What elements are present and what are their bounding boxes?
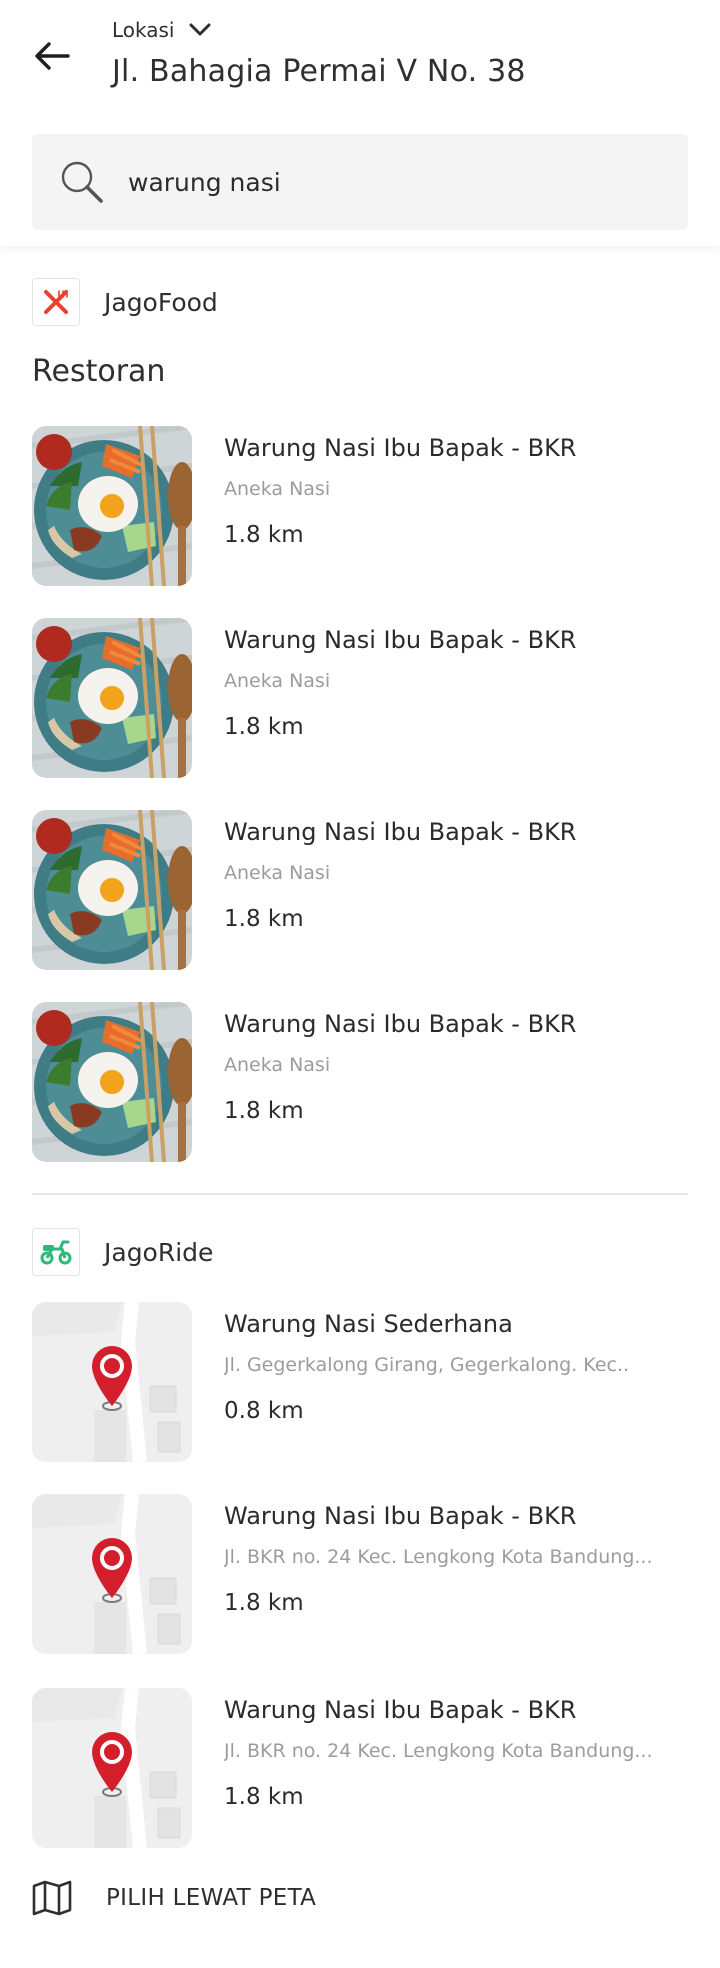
back-button[interactable] (30, 36, 74, 76)
restaurant-distance: 1.8 km (224, 714, 304, 740)
jagoride-brand-name: JagoRide (104, 1237, 214, 1267)
place-distance: 0.8 km (224, 1398, 304, 1424)
restaurant-category: Aneka Nasi (224, 670, 331, 692)
section-divider (32, 1193, 688, 1195)
restaurant-section-title: Restoran (32, 354, 166, 389)
restaurant-category: Aneka Nasi (224, 862, 331, 884)
place-list-item[interactable]: Warung Nasi Ibu Bapak - BKR Jl. BKR no. … (32, 1494, 688, 1654)
restaurant-name: Warung Nasi Ibu Bapak - BKR (224, 1010, 577, 1038)
place-name: Warung Nasi Ibu Bapak - BKR (224, 1696, 577, 1724)
place-name: Warung Nasi Sederhana (224, 1310, 513, 1338)
restaurant-name: Warung Nasi Ibu Bapak - BKR (224, 818, 577, 846)
place-address: Jl. Gegerkalong Girang, Gegerkalong. Kec… (224, 1354, 630, 1376)
place-distance: 1.8 km (224, 1784, 304, 1810)
restaurant-distance: 1.8 km (224, 906, 304, 932)
jagofood-section-header: JagoFood (32, 278, 218, 326)
search-icon (61, 161, 103, 203)
jagoride-section-header: JagoRide (32, 1228, 213, 1276)
food-thumbnail (32, 426, 192, 586)
food-thumbnail (32, 1002, 192, 1162)
map-thumbnail (32, 1494, 192, 1654)
chevron-down-icon (189, 23, 210, 36)
place-name: Warung Nasi Ibu Bapak - BKR (224, 1502, 577, 1530)
place-address: Jl. BKR no. 24 Kec. Lengkong Kota Bandun… (224, 1546, 653, 1568)
restaurant-name: Warung Nasi Ibu Bapak - BKR (224, 626, 577, 654)
restaurant-list-item[interactable]: Warung Nasi Ibu Bapak - BKR Aneka Nasi 1… (32, 618, 688, 778)
search-box[interactable] (32, 134, 688, 230)
restaurant-list-item[interactable]: Warung Nasi Ibu Bapak - BKR Aneka Nasi 1… (32, 1002, 688, 1162)
pick-via-map-label: PILIH LEWAT PETA (106, 1885, 317, 1911)
restaurant-distance: 1.8 km (224, 1098, 304, 1124)
restaurant-name: Warung Nasi Ibu Bapak - BKR (224, 434, 577, 462)
food-thumbnail (32, 810, 192, 970)
location-address[interactable]: Jl. Bahagia Permai V No. 38 (112, 54, 526, 89)
place-list-item[interactable]: Warung Nasi Ibu Bapak - BKR Jl. BKR no. … (32, 1688, 688, 1848)
food-thumbnail (32, 618, 192, 778)
restaurant-list-item[interactable]: Warung Nasi Ibu Bapak - BKR Aneka Nasi 1… (32, 426, 688, 586)
arrow-left-icon (35, 42, 70, 70)
place-address: Jl. BKR no. 24 Kec. Lengkong Kota Bandun… (224, 1740, 653, 1762)
jagofood-logo (32, 278, 80, 326)
scooter-icon (40, 1240, 72, 1265)
jagoride-logo (32, 1228, 80, 1276)
utensils-icon (44, 290, 68, 314)
restaurant-list-item[interactable]: Warung Nasi Ibu Bapak - BKR Aneka Nasi 1… (32, 810, 688, 970)
location-label: Lokasi (112, 18, 175, 42)
map-thumbnail (32, 1688, 192, 1848)
header: Lokasi Jl. Bahagia Permai V No. 38 (0, 0, 720, 246)
map-icon (32, 1880, 72, 1916)
place-list-item[interactable]: Warung Nasi Sederhana Jl. Gegerkalong Gi… (32, 1302, 688, 1462)
map-thumbnail (32, 1302, 192, 1462)
restaurant-category: Aneka Nasi (224, 1054, 331, 1076)
restaurant-category: Aneka Nasi (224, 478, 331, 500)
search-input[interactable] (128, 134, 668, 230)
restaurant-distance: 1.8 km (224, 522, 304, 548)
jagofood-brand-name: JagoFood (104, 287, 218, 317)
location-selector[interactable]: Lokasi (112, 18, 211, 42)
place-distance: 1.8 km (224, 1590, 304, 1616)
pick-via-map-button[interactable]: PILIH LEWAT PETA (32, 1878, 316, 1918)
